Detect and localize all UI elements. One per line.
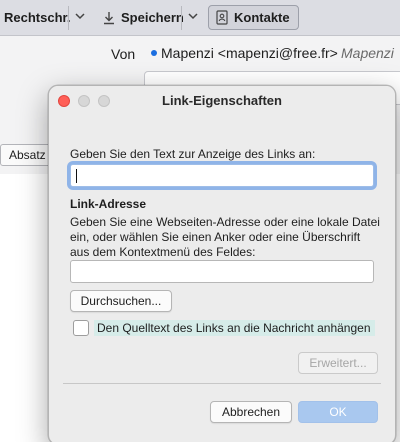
toolbar-divider [68, 6, 69, 30]
link-text-input[interactable] [70, 164, 374, 187]
spelling-label: Rechtschr. [4, 10, 71, 25]
dialog-titlebar[interactable]: Link-Eigenschaften [49, 86, 395, 116]
save-dropdown-chevron-icon[interactable] [186, 9, 200, 23]
address-book-icon [216, 10, 228, 25]
cancel-button[interactable]: Abbrechen [210, 401, 292, 423]
dialog-divider [63, 383, 381, 384]
cancel-label: Abbrechen [221, 405, 281, 419]
advanced-button[interactable]: Erweitert... [298, 352, 378, 374]
dialog-title: Link-Eigenschaften [162, 93, 282, 108]
browse-label: Durchsuchen... [80, 294, 162, 308]
contacts-label: Kontakte [234, 10, 290, 25]
link-text-label: Geben Sie den Text zur Anzeige des Links… [70, 147, 316, 161]
append-source-checkbox[interactable] [73, 319, 89, 336]
save-button[interactable]: Speichern [97, 5, 189, 30]
download-icon [104, 11, 114, 24]
text-caret [76, 169, 77, 183]
append-source-label[interactable]: Den Quelltext des Links an die Nachricht… [94, 319, 375, 336]
link-address-heading: Link-Adresse [70, 197, 147, 211]
identity-dot-icon [151, 50, 157, 56]
toolbar-divider [181, 6, 182, 30]
ok-button[interactable]: OK [298, 401, 378, 423]
spelling-dropdown-chevron-icon[interactable] [73, 9, 87, 23]
browse-button[interactable]: Durchsuchen... [70, 290, 172, 312]
save-label: Speichern [121, 10, 184, 25]
link-address-input[interactable] [70, 260, 374, 283]
spelling-button[interactable]: Rechtschr. [0, 5, 75, 30]
from-identity-select[interactable]: Mapenzi <mapenzi@free.fr> [161, 45, 338, 61]
contacts-button[interactable]: Kontakte [208, 5, 299, 30]
advanced-label: Erweitert... [309, 356, 367, 370]
composer-toolbar: Rechtschr. Speichern Kontakte [0, 0, 400, 36]
from-identity-name: Mapenzi [341, 45, 394, 61]
append-source-option[interactable]: Den Quelltext des Links an die Nachricht… [73, 319, 375, 336]
link-properties-dialog: Link-Eigenschaften Geben Sie den Text zu… [48, 85, 396, 442]
ok-label: OK [329, 405, 347, 419]
from-label: Von [111, 46, 136, 62]
link-address-help: Geben Sie eine Webseiten-Adresse oder ei… [70, 215, 380, 259]
